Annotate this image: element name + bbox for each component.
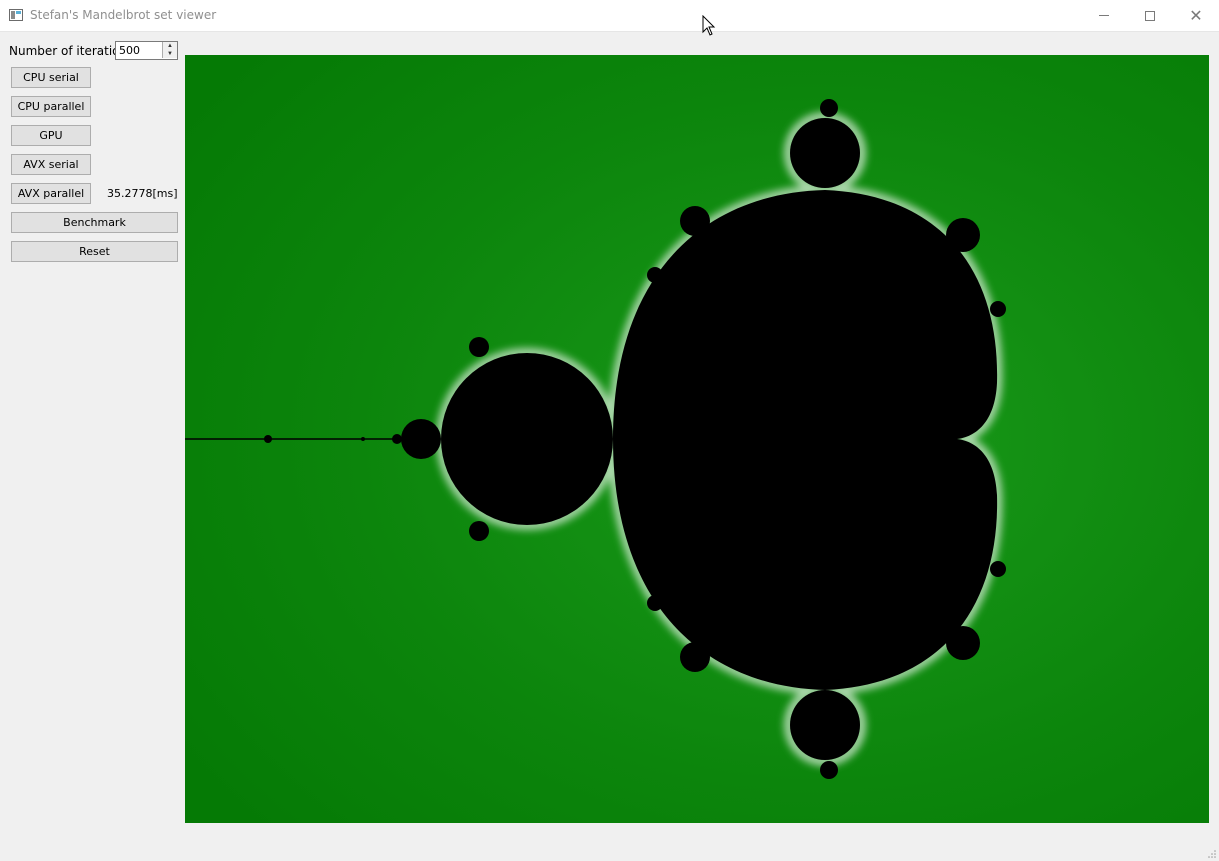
- benchmark-button[interactable]: Benchmark: [11, 212, 178, 233]
- maximize-icon: [1145, 10, 1155, 21]
- cpu-serial-button[interactable]: CPU serial: [11, 67, 91, 88]
- maximize-button[interactable]: [1127, 0, 1173, 31]
- avx-parallel-button[interactable]: AVX parallel: [11, 183, 91, 204]
- close-button[interactable]: ✕: [1173, 0, 1219, 31]
- window-title: Stefan's Mandelbrot set viewer: [30, 8, 217, 22]
- avx-serial-button[interactable]: AVX serial: [11, 154, 91, 175]
- timing-readout: 35.2778[ms]: [107, 187, 178, 200]
- gpu-button[interactable]: GPU: [11, 125, 91, 146]
- close-icon: ✕: [1189, 5, 1203, 25]
- title-bar[interactable]: Stefan's Mandelbrot set viewer ✕: [0, 0, 1219, 32]
- resize-grip-icon[interactable]: [1208, 850, 1216, 858]
- minimize-icon: [1099, 15, 1109, 16]
- reset-button[interactable]: Reset: [11, 241, 178, 262]
- mouse-cursor-icon: [702, 15, 716, 36]
- minimize-button[interactable]: [1081, 0, 1127, 31]
- mandelbrot-image: [185, 55, 1209, 823]
- app-window-icon: [9, 9, 23, 21]
- spin-down-icon[interactable]: ▼: [162, 50, 177, 58]
- iterations-spinbox[interactable]: 500 ▲ ▼: [115, 41, 178, 60]
- cpu-parallel-button[interactable]: CPU parallel: [11, 96, 91, 117]
- iterations-value[interactable]: 500: [119, 44, 140, 57]
- mandelbrot-canvas[interactable]: [185, 55, 1209, 823]
